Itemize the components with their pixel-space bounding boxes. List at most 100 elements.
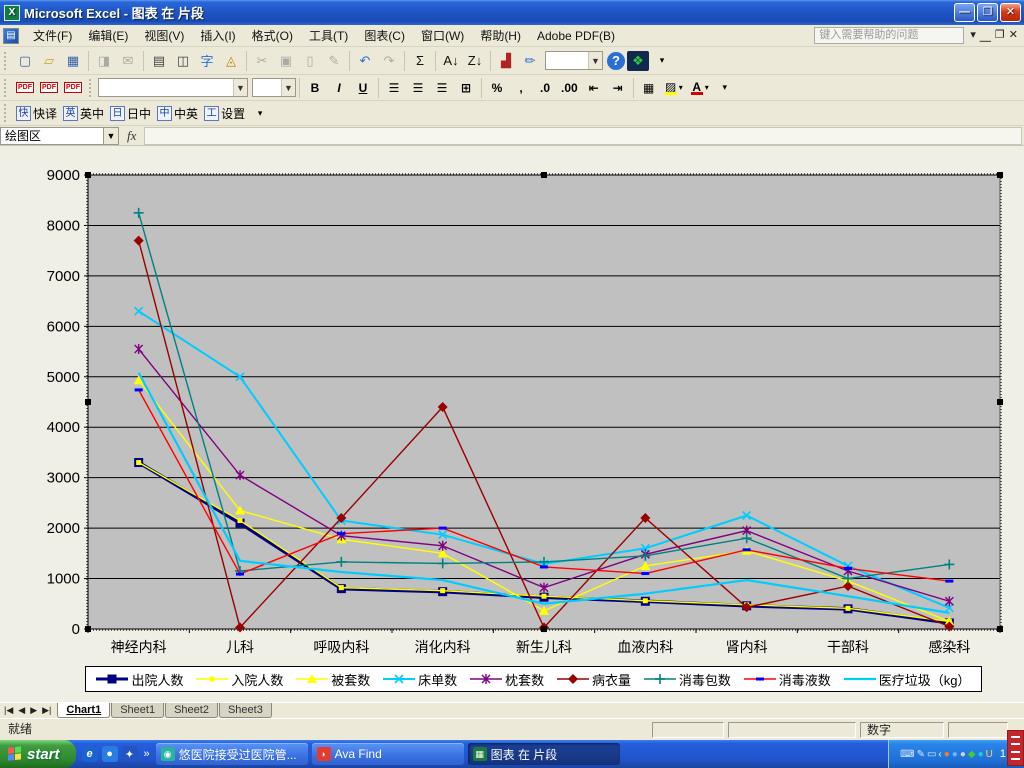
- sort-descending-button[interactable]: Z↓: [464, 50, 486, 72]
- chevron-down-icon[interactable]: ▼: [233, 79, 247, 96]
- name-box-dropdown[interactable]: ▼: [104, 127, 119, 145]
- toolbar-options-button[interactable]: ▾: [651, 50, 673, 72]
- sort-ascending-button[interactable]: A↓: [440, 50, 462, 72]
- messenger-quicklaunch-icon[interactable]: ●: [102, 746, 118, 762]
- legend-item-医疗垃圾（kg）[interactable]: 医疗垃圾（kg）: [844, 670, 971, 689]
- toolbar-options-button[interactable]: ▾: [249, 102, 271, 124]
- help-question-box[interactable]: 键入需要帮助的问题: [814, 27, 964, 44]
- increase-indent-button[interactable]: ⇥: [607, 77, 629, 99]
- spelling-button[interactable]: 字: [196, 50, 218, 72]
- menu-Adobe PDF(B)[interactable]: Adobe PDF(B): [529, 26, 623, 46]
- menu-帮助(H)[interactable]: 帮助(H): [472, 26, 529, 46]
- legend-item-消毒液数[interactable]: 消毒液数: [744, 670, 831, 689]
- menu-编辑(E)[interactable]: 编辑(E): [80, 26, 136, 46]
- chart-sheet[interactable]: 0100020003000400050006000700080009000神经内…: [0, 146, 1024, 702]
- increase-decimal-button[interactable]: .0: [534, 77, 556, 99]
- sync-tray-icon[interactable]: ◆: [968, 749, 976, 760]
- legend-item-床单数[interactable]: 床单数: [383, 670, 457, 689]
- tab-Sheet3[interactable]: Sheet3: [219, 703, 272, 718]
- tab-Sheet2[interactable]: Sheet2: [165, 703, 218, 718]
- menu-格式(O)[interactable]: 格式(O): [244, 26, 301, 46]
- italic-button[interactable]: I: [328, 77, 350, 99]
- open-button[interactable]: ▱: [38, 50, 60, 72]
- tab-scroll-button[interactable]: |◀: [2, 704, 15, 717]
- tab-Chart1[interactable]: Chart1: [57, 703, 110, 718]
- taskbar-task[interactable]: ◗Ava Find: [312, 743, 464, 765]
- taskbar-task[interactable]: ▦图表 在 片段: [468, 743, 620, 765]
- taskbar-task[interactable]: ◉悠医院接受过医院管...: [156, 743, 308, 765]
- keyboard-tray-icon[interactable]: ⌨: [900, 749, 914, 760]
- quick-launch-overflow[interactable]: »: [144, 748, 150, 760]
- browser-quicklaunch-icon[interactable]: ✦: [122, 746, 138, 762]
- pdf-convert-button[interactable]: PDF: [14, 78, 36, 98]
- selection-handle[interactable]: [85, 626, 91, 632]
- chart-wizard-button[interactable]: ▟: [495, 50, 517, 72]
- ie-quicklaunch-icon[interactable]: e: [82, 746, 98, 762]
- menu-窗口(W)[interactable]: 窗口(W): [413, 26, 472, 46]
- doc-restore-button[interactable]: ❐: [995, 28, 1005, 44]
- menu-插入(I)[interactable]: 插入(I): [192, 26, 243, 46]
- input-box-tray-icon[interactable]: ▭: [927, 749, 936, 760]
- selection-handle[interactable]: [997, 172, 1003, 178]
- quick-translate-button[interactable]: 快快译: [16, 105, 57, 122]
- jp-cn-button[interactable]: 日日中: [110, 105, 151, 122]
- minimize-button[interactable]: —: [954, 3, 975, 22]
- font-name-combo[interactable]: ▼: [98, 78, 248, 97]
- research-button[interactable]: ◬: [220, 50, 242, 72]
- selection-handle[interactable]: [541, 626, 547, 632]
- tab-scroll-button[interactable]: ◀: [16, 704, 27, 717]
- line-chart[interactable]: 0100020003000400050006000700080009000神经内…: [0, 146, 1024, 702]
- toolbar-grip[interactable]: [4, 104, 9, 122]
- fill-color-button[interactable]: ▨ ▾: [662, 77, 686, 99]
- underline-button[interactable]: U: [352, 77, 374, 99]
- pdf-convert-email-button[interactable]: PDF: [38, 78, 60, 98]
- undo-button[interactable]: ↶: [354, 50, 376, 72]
- selection-handle[interactable]: [541, 172, 547, 178]
- bold-button[interactable]: B: [304, 77, 326, 99]
- chevron-down-icon[interactable]: ▼: [588, 52, 602, 69]
- align-left-button[interactable]: ☰: [383, 77, 405, 99]
- legend-item-出院人数[interactable]: 出院人数: [96, 670, 183, 689]
- borders-button[interactable]: ▦: [638, 77, 660, 99]
- drawing-button[interactable]: ✏: [519, 50, 541, 72]
- toolbar-grip[interactable]: [89, 79, 94, 97]
- settings-button[interactable]: 工设置: [204, 105, 245, 122]
- restore-button[interactable]: ❐: [977, 3, 998, 22]
- doc-close-button[interactable]: ✕: [1009, 28, 1018, 44]
- selection-handle[interactable]: [997, 399, 1003, 405]
- help-button[interactable]: ?: [607, 52, 625, 70]
- firefox-tray-icon[interactable]: ●: [944, 749, 950, 760]
- start-button[interactable]: start: [0, 740, 76, 768]
- font-color-button[interactable]: A ▾: [688, 77, 712, 99]
- selection-handle[interactable]: [85, 172, 91, 178]
- chevron-down-icon[interactable]: ▼: [281, 79, 295, 96]
- pdf-batch-button[interactable]: PDF: [62, 78, 84, 98]
- chart-legend[interactable]: 出院人数入院人数被套数床单数枕套数病衣量消毒包数消毒液数医疗垃圾（kg）: [85, 666, 982, 692]
- doc-minimize-button[interactable]: ＿: [980, 28, 991, 44]
- menu-工具(T)[interactable]: 工具(T): [301, 26, 356, 46]
- menu-视图(V)[interactable]: 视图(V): [136, 26, 192, 46]
- formula-input[interactable]: [144, 127, 1022, 145]
- tab-Sheet1[interactable]: Sheet1: [111, 703, 164, 718]
- toolbar-options-button[interactable]: ▾: [714, 77, 736, 99]
- menu-图表(C)[interactable]: 图表(C): [356, 26, 413, 46]
- updater-tray-icon[interactable]: ●: [952, 749, 958, 760]
- zoom-combo[interactable]: ▼: [545, 51, 603, 70]
- legend-item-枕套数[interactable]: 枕套数: [470, 670, 544, 689]
- en-cn-button[interactable]: 英英中: [63, 105, 104, 122]
- tab-scroll-button[interactable]: ▶: [28, 704, 39, 717]
- menu-文件(F)[interactable]: 文件(F): [25, 26, 80, 46]
- plugin-button[interactable]: ❖: [627, 51, 649, 71]
- merge-center-button[interactable]: ⊞: [455, 77, 477, 99]
- qq-tray-icon[interactable]: ●: [978, 749, 984, 760]
- pen-tray-icon[interactable]: ✎: [917, 749, 925, 760]
- tab-scroll-button[interactable]: ▶|: [40, 704, 53, 717]
- collapse-tray-icon[interactable]: ‹: [938, 749, 941, 760]
- percent-button[interactable]: %: [486, 77, 508, 99]
- audio-tray-icon[interactable]: ●: [960, 749, 966, 760]
- cn-en-button[interactable]: 中中英: [157, 105, 198, 122]
- align-right-button[interactable]: ☰: [431, 77, 453, 99]
- decrease-decimal-button[interactable]: .00: [558, 77, 581, 99]
- name-box[interactable]: 绘图区: [0, 127, 104, 145]
- new-button[interactable]: ▢: [14, 50, 36, 72]
